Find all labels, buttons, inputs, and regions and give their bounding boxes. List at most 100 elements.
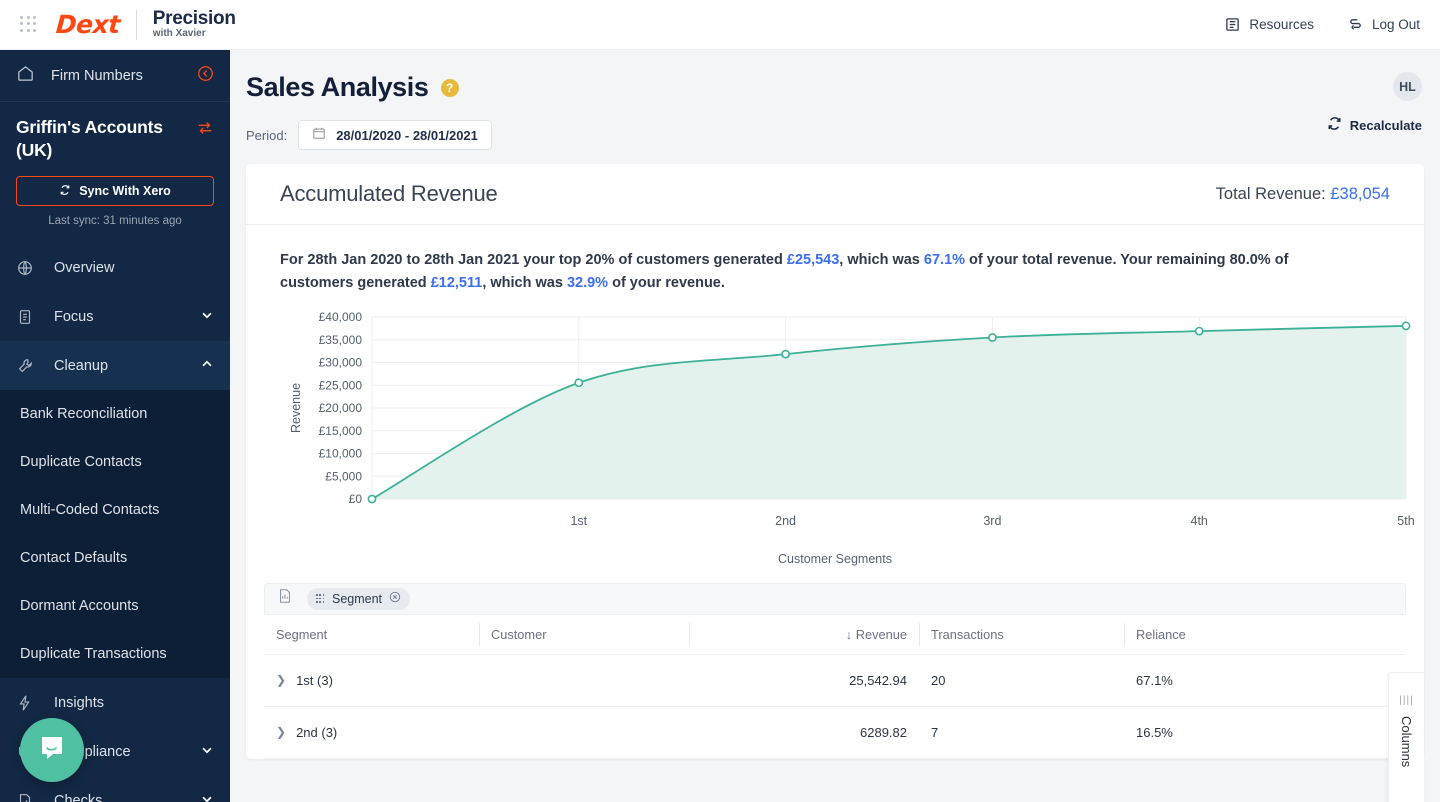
chevron-down-icon[interactable] [200,792,214,802]
y-tick-label: £30,000 [319,355,363,369]
summary-top-percent: 67.1% [923,252,966,268]
resources-link[interactable]: Resources [1225,17,1314,32]
table-body: ❯ 1st (3) 25,542.94 20 67.1% ❯ 2nd (3) 6… [264,654,1406,759]
chart-data-point[interactable] [1194,326,1204,336]
y-tick-label: £25,000 [319,378,363,392]
chip-label: Segment [332,591,383,606]
dext-logo[interactable]: Dext [55,10,121,39]
y-tick-label: £40,000 [319,311,363,324]
sidebar-item-insights[interactable]: Insights [0,678,230,727]
refresh-icon [1327,116,1342,134]
cell-transactions: 7 [919,706,1124,759]
card-title: Accumulated Revenue [280,181,498,206]
clipboard-icon [16,308,38,326]
apps-grid-icon[interactable] [20,15,38,34]
cell-revenue: 6289.82 [689,706,919,759]
intercom-chat-launcher[interactable] [20,718,84,782]
chevron-up-icon[interactable] [200,357,214,375]
x-tick-label: 2nd [775,514,796,528]
summary-rest-percent: 32.9% [566,274,609,291]
product-name: Precision with Xavier [153,9,236,39]
chart-data-point[interactable] [1401,321,1411,331]
logo-divider [135,9,137,40]
cell-reliance: 67.1% [1124,654,1406,707]
switch-arrows-icon[interactable] [196,119,214,142]
segment-label: 2nd (3) [296,724,338,740]
columns-label: Columns [1399,716,1414,768]
chevron-down-icon[interactable] [200,743,214,761]
col-customer[interactable]: Customer [479,614,689,655]
sidebar-item-dormant-accounts[interactable]: Dormant Accounts [0,582,230,630]
avatar[interactable]: HL [1393,72,1422,101]
recalculate-button[interactable]: Recalculate [1327,116,1422,134]
columns-side-panel-toggle[interactable]: |||| Columns [1388,672,1424,802]
sidebar-nav: Overview Focus Cleanup Bank Reconciliati… [0,243,230,802]
cell-segment: ❯ 2nd (3) [264,706,479,759]
period-date-picker[interactable]: 28/01/2020 - 28/01/2021 [298,120,492,150]
sidebar-item-duplicate-contacts[interactable]: Duplicate Contacts [0,438,230,486]
bolt-icon [16,694,38,712]
refresh-icon [59,184,71,199]
x-tick-label: 1st [570,514,587,528]
chart-x-axis-title: Customer Segments [778,551,892,566]
collapse-left-icon[interactable] [197,65,214,87]
cleanup-subnav: Bank Reconciliation Duplicate Contacts M… [0,390,230,679]
total-revenue-label: Total Revenue: [1215,184,1326,203]
table-row[interactable]: ❯ 2nd (3) 6289.82 7 16.5% [264,706,1406,759]
col-reliance[interactable]: Reliance [1124,614,1406,655]
col-transactions[interactable]: Transactions [919,614,1124,655]
accumulated-revenue-card: Accumulated Revenue Total Revenue: £38,0… [246,164,1424,759]
cell-segment: ❯ 1st (3) [264,654,479,707]
y-tick-label: £0 [349,492,363,506]
page-title: Sales Analysis [246,72,429,102]
home-icon [16,64,35,88]
sidebar-item-duplicate-transactions[interactable]: Duplicate Transactions [0,630,230,678]
chart-data-point[interactable] [367,494,377,504]
chat-bubble-icon [37,733,67,768]
sidebar-client-block: Griffin's Accounts (UK) Sync With Xero L… [0,102,230,227]
expand-row-icon[interactable]: ❯ [276,726,286,738]
sidebar-item-multi-coded-contacts[interactable]: Multi-Coded Contacts [0,486,230,534]
cell-customer [479,706,689,759]
logout-icon [1348,17,1363,32]
book-icon [1225,17,1240,32]
group-by-chip-segment[interactable]: Segment [307,587,411,610]
period-label: Period: [246,127,288,143]
sidebar-label-checks: Checks [54,792,103,802]
chart-y-axis-title: Revenue [289,383,303,433]
logout-link[interactable]: Log Out [1348,17,1420,32]
total-revenue-value: £38,054 [1330,184,1390,203]
sidebar-label-overview: Overview [54,259,115,276]
col-segment[interactable]: Segment [264,614,479,655]
help-icon[interactable]: ? [440,78,459,97]
remove-circle-icon[interactable] [389,591,401,606]
arrow-down-icon: ↓ [845,626,853,642]
product-title: Precision [152,8,236,30]
page-header: Sales Analysis ? Period: 28/01/2020 - 28… [246,50,1424,150]
table-row[interactable]: ❯ 1st (3) 25,542.94 20 67.1% [264,654,1406,707]
sidebar-item-cleanup[interactable]: Cleanup [0,341,230,391]
sidebar-label-insights: Insights [54,694,104,711]
summary-top-revenue: £25,543 [786,252,840,268]
chevron-down-icon[interactable] [200,308,214,326]
sidebar-item-focus[interactable]: Focus [0,292,230,341]
sidebar-item-checks[interactable]: Checks [0,776,230,802]
sidebar-item-contact-defaults[interactable]: Contact Defaults [0,534,230,582]
sync-with-xero-button[interactable]: Sync With Xero [16,176,214,207]
chart-data-point[interactable] [988,332,997,342]
table-header: Segment Customer ↓ Revenue Transactions … [264,614,1406,655]
chart-data-point[interactable] [781,349,790,359]
card-header: Accumulated Revenue Total Revenue: £38,0… [246,164,1424,225]
drag-dots-icon[interactable] [316,594,325,603]
sidebar-item-overview[interactable]: Overview [0,243,230,292]
col-revenue[interactable]: ↓ Revenue [689,614,919,655]
export-report-icon[interactable] [277,588,293,609]
sidebar-item-bank-reconciliation[interactable]: Bank Reconciliation [0,390,230,438]
summary-part-5: of your revenue. [608,274,725,291]
sidebar-item-firm-numbers[interactable]: Firm Numbers [0,50,230,102]
summary-rest-revenue: £12,511 [430,274,483,291]
period-value: 28/01/2020 - 28/01/2021 [336,127,478,143]
x-tick-label: 4th [1191,514,1208,528]
expand-row-icon[interactable]: ❯ [276,674,286,686]
chart-data-point[interactable] [574,378,584,387]
